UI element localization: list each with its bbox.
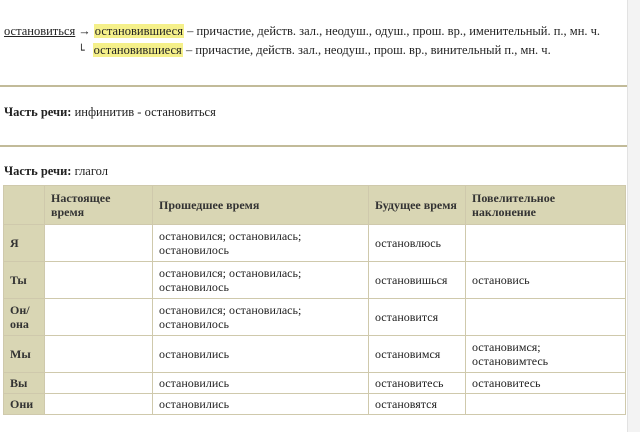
pos-value: инфинитив - остановиться (71, 105, 216, 119)
past-cell: остановился; остановилась; остановилось (152, 261, 369, 299)
present-cell (44, 372, 153, 394)
past-cell: остановились (152, 335, 369, 373)
conjugation-table: Настоящее время Прошедшее время Будущее … (3, 185, 626, 415)
header-future: Будущее время (368, 185, 466, 225)
present-cell (44, 393, 153, 415)
table-row: Я остановился; остановилась; остановилос… (3, 224, 626, 262)
table-row: Ты остановился; остановилась; остановило… (3, 261, 626, 299)
table-row: Вы остановились остановитесь остановитес… (3, 372, 626, 394)
pos-label: Часть речи: (4, 105, 72, 119)
past-cell: остановился; остановилась; остановилось (152, 298, 369, 336)
future-cell: остановятся (368, 393, 466, 415)
header-empty (3, 185, 45, 225)
section-divider (0, 85, 628, 87)
imperative-cell (465, 224, 626, 262)
pronoun-cell: Мы (3, 335, 45, 373)
arrow-icon: → (78, 24, 91, 38)
section-divider (0, 145, 628, 147)
morphology-section: остановиться → остановившиеся – причастие,… (0, 0, 628, 84)
header-past: Прошедшее время (152, 185, 369, 225)
morph-description: – причастие, действ. зал., неодуш., прош… (182, 43, 551, 57)
imperative-cell: остановись (465, 261, 626, 299)
morph-description: – причастие, действ. зал., неодуш., одуш… (183, 24, 601, 38)
pos-label: Часть речи: (4, 164, 72, 178)
imperative-cell: остановимся; остановимтесь (465, 335, 626, 373)
lemma-link[interactable]: остановиться (4, 24, 75, 38)
future-cell: остановишься (368, 261, 466, 299)
present-cell (44, 335, 153, 373)
table-row: Мы остановились остановимся остановимся;… (3, 335, 626, 373)
branch-corner-icon: └ (78, 44, 85, 57)
table-row: Они остановились остановятся (3, 393, 626, 415)
part-of-speech-verb: Часть речи: глагол (4, 164, 108, 179)
header-imperative: Повелительное наклонение (465, 185, 626, 225)
table-header-row: Настоящее время Прошедшее время Будущее … (3, 185, 626, 225)
present-cell (44, 224, 153, 262)
present-cell (44, 298, 153, 336)
future-cell: остановлюсь (368, 224, 466, 262)
pronoun-cell: Они (3, 393, 45, 415)
future-cell: остановитесь (368, 372, 466, 394)
pronoun-cell: Я (3, 224, 45, 262)
past-cell: остановились (152, 372, 369, 394)
present-cell (44, 261, 153, 299)
imperative-cell: остановитесь (465, 372, 626, 394)
future-cell: остановится (368, 298, 466, 336)
pronoun-cell: Он/ она (3, 298, 45, 336)
part-of-speech-infinitive: Часть речи: инфинитив - остановиться (4, 105, 216, 120)
imperative-cell (465, 393, 626, 415)
imperative-cell (465, 298, 626, 336)
pronoun-cell: Ты (3, 261, 45, 299)
word-form-highlight: остановившиеся (93, 24, 184, 38)
table-row: Он/ она остановился; остановилась; остан… (3, 298, 626, 336)
word-form-highlight: остановившиеся (92, 43, 183, 57)
pos-value: глагол (71, 164, 108, 178)
morph-line-2: └ остановившиеся – причастие, действ. зал… (78, 43, 551, 58)
future-cell: остановимся (368, 335, 466, 373)
header-present: Настоящее время (44, 185, 153, 225)
morph-line-1: остановиться → остановившиеся – причастие,… (4, 24, 600, 39)
past-cell: остановился; остановилась; остановилось (152, 224, 369, 262)
vertical-scrollbar[interactable] (627, 0, 640, 432)
pronoun-cell: Вы (3, 372, 45, 394)
past-cell: остановились (152, 393, 369, 415)
